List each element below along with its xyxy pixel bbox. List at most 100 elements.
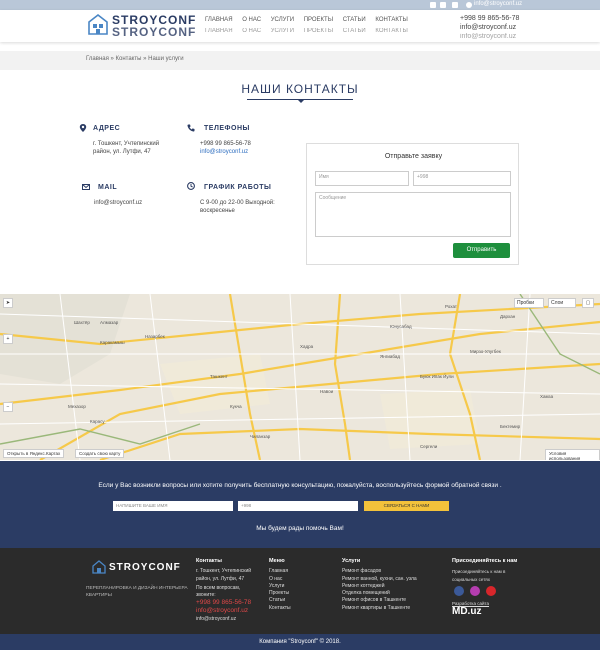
name-input[interactable]: Имя bbox=[315, 171, 409, 186]
copyright: Компания "Stroyconf" © 2018. bbox=[0, 634, 600, 650]
map-label: Карасу bbox=[90, 419, 105, 424]
title-divider-arrow bbox=[297, 99, 305, 103]
address-line-1: г. Тошкент, Учтепинский bbox=[93, 141, 160, 147]
schedule-line-2: воскресенье bbox=[200, 208, 235, 214]
cta-contact-button[interactable]: СВЯЗАТЬСЯ С НАМИ bbox=[364, 501, 449, 511]
footer-youtube-icon[interactable] bbox=[486, 586, 496, 596]
map-label: Рохат bbox=[445, 304, 457, 309]
clock-icon bbox=[187, 182, 195, 190]
header-phone[interactable]: +998 99 865-56-78 bbox=[460, 15, 519, 22]
logo-icon[interactable] bbox=[87, 12, 109, 36]
locate-icon[interactable]: ➤ bbox=[3, 298, 13, 308]
footer-email-big[interactable]: info@stroyconf.uz bbox=[196, 607, 261, 615]
phone-input[interactable]: +998 bbox=[413, 171, 511, 186]
nav-item-contacts[interactable]: КОНТАКТЫ bbox=[375, 17, 407, 23]
map-label: Янгиабад bbox=[380, 354, 400, 359]
address-line-2: район, ул. Лутфи, 47 bbox=[93, 149, 151, 155]
instagram-icon[interactable] bbox=[440, 2, 446, 8]
map-label: Чиланзар bbox=[250, 434, 271, 439]
map-label: Бектемир bbox=[500, 424, 521, 429]
nav-item-articles-dup: СТАТЬИ bbox=[342, 28, 366, 34]
footer-tagline: ПЕРЕПЛАНИРОВКА И ДИЗАЙН ИНТЕРЬЕРА КВАРТИ… bbox=[86, 585, 188, 600]
mail-title: MAIL bbox=[98, 184, 118, 191]
yandex-map[interactable]: Шахтёр Алмазар Каракамыш Назарбек Ташкен… bbox=[0, 294, 600, 460]
contact-phone[interactable]: +998 99 865-56-78 bbox=[200, 140, 251, 148]
cta-subtext: Мы будем рады помочь Вам! bbox=[256, 525, 344, 532]
nav-item-articles[interactable]: СТАТЬИ bbox=[343, 17, 366, 23]
mail-icon bbox=[466, 2, 472, 8]
nav-item-home[interactable]: ГЛАВНАЯ bbox=[205, 17, 233, 23]
nav-item-projects-dup: ПРОЕКТЫ bbox=[303, 28, 334, 34]
map-label: Каракамыш bbox=[100, 340, 125, 345]
submit-button[interactable]: Отправить bbox=[453, 243, 510, 258]
contact-email-link[interactable]: info@stroyconf.uz bbox=[200, 148, 248, 156]
footer-contacts-head: Контакты bbox=[196, 558, 222, 564]
zoom-out-button[interactable]: − bbox=[3, 402, 13, 412]
map-label: Назарбек bbox=[145, 334, 165, 339]
request-form: Отправьте заявку Имя +998 Сообщение Отпр… bbox=[306, 143, 519, 265]
footer-service-item[interactable]: Ремонт квартиры в Ташкенте bbox=[342, 605, 417, 612]
nav-item-about-dup: О НАС bbox=[242, 28, 262, 34]
layers-label: Слои bbox=[551, 300, 564, 306]
footer-menu-about[interactable]: О нас bbox=[269, 576, 291, 583]
map-label: Хамза bbox=[540, 394, 554, 399]
schedule-line-1: С 9-00 до 22-00 Выходной: bbox=[200, 200, 275, 206]
footer-service-item[interactable]: Ремонт фасадов bbox=[342, 568, 417, 575]
nav-item-projects[interactable]: ПРОЕКТЫ bbox=[304, 17, 333, 23]
footer-menu-services[interactable]: Услуги bbox=[269, 583, 291, 590]
map-label: Юнусабад bbox=[390, 324, 412, 329]
footer-service-item[interactable]: Ремонт офисов в Ташкенте bbox=[342, 597, 417, 604]
nav-item-services[interactable]: УСЛУГИ bbox=[271, 17, 294, 23]
footer-instagram-icon[interactable] bbox=[470, 586, 480, 596]
nav-item-home-dup: ГЛАВНАЯ bbox=[205, 28, 233, 34]
footer-phone[interactable]: +998 99 865-56-78 bbox=[196, 599, 261, 607]
map-label: Алмазар bbox=[100, 320, 119, 325]
map-label: Сергели bbox=[420, 444, 438, 449]
footer-menu-articles[interactable]: Статьи bbox=[269, 597, 291, 604]
map-label: Мирзо-Улугбек bbox=[470, 349, 501, 354]
footer-question-1: По всем вопросам, bbox=[196, 584, 241, 591]
terms-link[interactable]: Условия использования bbox=[545, 449, 600, 460]
fullscreen-icon[interactable]: ▢ bbox=[582, 298, 594, 308]
main-nav: ГЛАВНАЯ О НАС УСЛУГИ ПРОЕКТЫ СТАТЬИ КОНТ… bbox=[205, 17, 416, 23]
map-label: Кукча bbox=[230, 404, 242, 409]
youtube-icon[interactable] bbox=[452, 2, 458, 8]
nav-item-about[interactable]: О НАС bbox=[242, 17, 261, 23]
contact-mail[interactable]: info@stroyconf.uz bbox=[94, 199, 142, 207]
footer-dev-name[interactable]: MD.uz bbox=[452, 606, 481, 618]
footer-logo-icon[interactable] bbox=[92, 560, 106, 574]
phone-icon bbox=[187, 124, 195, 132]
breadcrumb-contacts[interactable]: » Контакты bbox=[111, 56, 142, 62]
map-label: Мехазор bbox=[68, 404, 86, 409]
footer-join-text-2: социальных сетях bbox=[452, 576, 490, 582]
site-header: STROYCONF STROYCONF ГЛАВНАЯ О НАС УСЛУГИ… bbox=[0, 10, 600, 42]
facebook-icon[interactable] bbox=[430, 2, 436, 8]
footer-email-small[interactable]: info@stroyconf.uz bbox=[196, 616, 261, 623]
cta-name-input[interactable]: НАПИШИТЕ ВАШЕ ИМЯ bbox=[113, 501, 233, 511]
message-textarea[interactable]: Сообщение bbox=[315, 192, 511, 237]
footer-menu-home[interactable]: Главная bbox=[269, 568, 291, 575]
layers-button[interactable]: Слои bbox=[548, 298, 576, 308]
footer-menu-contacts[interactable]: Контакты bbox=[269, 605, 291, 612]
site-footer: STROYCONF ПЕРЕПЛАНИРОВКА И ДИЗАЙН ИНТЕРЬ… bbox=[0, 548, 600, 634]
map-label: Хадра bbox=[300, 344, 314, 349]
footer-facebook-icon[interactable] bbox=[454, 586, 464, 596]
traffic-button[interactable]: Пробки bbox=[514, 298, 544, 308]
map-label: Ташкент bbox=[210, 374, 228, 379]
footer-logo-text[interactable]: STROYCONF bbox=[109, 562, 181, 573]
footer-question-2: звоните: bbox=[196, 592, 216, 599]
top-email[interactable]: info@stroyconf.uz bbox=[474, 1, 522, 7]
cta-phone-input[interactable]: +998 bbox=[238, 501, 358, 511]
zoom-in-button[interactable]: + bbox=[3, 334, 13, 344]
create-map-link[interactable]: Создать свою карту bbox=[75, 449, 125, 458]
nav-item-contacts-dup: КОНТАКТЫ bbox=[375, 28, 408, 34]
open-in-yandex-link[interactable]: Открыть в Яндекс.Картах bbox=[3, 449, 65, 458]
page-title: НАШИ КОНТАКТЫ bbox=[241, 82, 359, 96]
footer-service-item[interactable]: Отделка помещений bbox=[342, 590, 417, 597]
footer-service-item[interactable]: Ремонт ванной, кухни, сан. узла bbox=[342, 576, 417, 583]
breadcrumb-current: » Наши услуги bbox=[143, 56, 184, 62]
footer-menu-projects[interactable]: Проекты bbox=[269, 590, 291, 597]
header-email[interactable]: info@stroyconf.uz bbox=[460, 24, 516, 31]
location-pin-icon bbox=[79, 124, 87, 132]
breadcrumb-home[interactable]: Главная bbox=[86, 56, 109, 62]
